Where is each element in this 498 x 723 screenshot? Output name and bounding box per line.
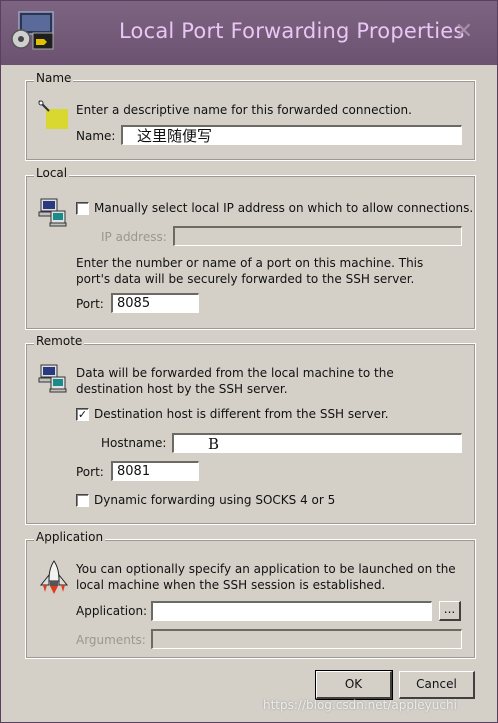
dynamic-forwarding-checkbox[interactable]: [76, 494, 89, 507]
local-port-label: Port:: [76, 297, 104, 311]
local-port-input[interactable]: 8085: [111, 293, 199, 313]
hostname-label: Hostname:: [101, 436, 167, 450]
dialog-window: Local Port Forwarding Properties ✕ Name …: [0, 0, 498, 723]
browse-button[interactable]: ...: [439, 601, 461, 621]
computer-icon: [38, 198, 67, 227]
remote-port-label: Port:: [76, 465, 104, 479]
watermark: https://blog.csdn.net/appleyuchi: [263, 698, 457, 712]
manual-ip-checkbox[interactable]: [76, 202, 89, 215]
ip-address-label: IP address:: [101, 230, 167, 244]
remote-description: Data will be forwarded from the local ma…: [76, 366, 394, 396]
ip-address-input[interactable]: [173, 226, 462, 246]
arguments-label: Arguments:: [76, 633, 146, 647]
computer-icon: [38, 364, 67, 393]
remote-port-input[interactable]: 8081: [111, 461, 199, 481]
tag-icon: [38, 100, 68, 129]
space-shuttle-icon: [39, 560, 69, 594]
cancel-button[interactable]: Cancel: [399, 671, 475, 699]
destination-different-checkbox[interactable]: ✓: [76, 408, 89, 421]
port-hint: Enter the number or name of a port on th…: [76, 256, 424, 286]
destination-different-label[interactable]: Destination host is different from the S…: [94, 407, 389, 421]
remote-group-legend: Remote: [34, 334, 85, 348]
close-icon[interactable]: ✕: [455, 19, 473, 44]
application-input[interactable]: [151, 601, 432, 621]
manual-ip-label[interactable]: Manually select local IP address on whic…: [94, 201, 473, 215]
title-bar[interactable]: Local Port Forwarding Properties ✕: [1, 1, 497, 65]
local-group-legend: Local: [34, 166, 70, 180]
name-label: Name:: [76, 129, 116, 143]
name-group-legend: Name: [34, 71, 74, 85]
application-label: Application:: [76, 604, 148, 618]
name-description: Enter a descriptive name for this forwar…: [76, 103, 412, 117]
name-input[interactable]: 这里随便写: [121, 125, 462, 145]
hostname-input[interactable]: B: [172, 433, 462, 453]
ok-button[interactable]: OK: [315, 670, 393, 700]
application-description: You can optionally specify an applicatio…: [76, 562, 456, 592]
app-icon: [11, 11, 54, 50]
name-group: Name: [25, 71, 476, 161]
application-group-legend: Application: [34, 530, 106, 544]
arguments-input[interactable]: [151, 629, 462, 649]
dynamic-forwarding-label[interactable]: Dynamic forwarding using SOCKS 4 or 5: [94, 493, 335, 507]
window-title: Local Port Forwarding Properties: [119, 19, 465, 43]
